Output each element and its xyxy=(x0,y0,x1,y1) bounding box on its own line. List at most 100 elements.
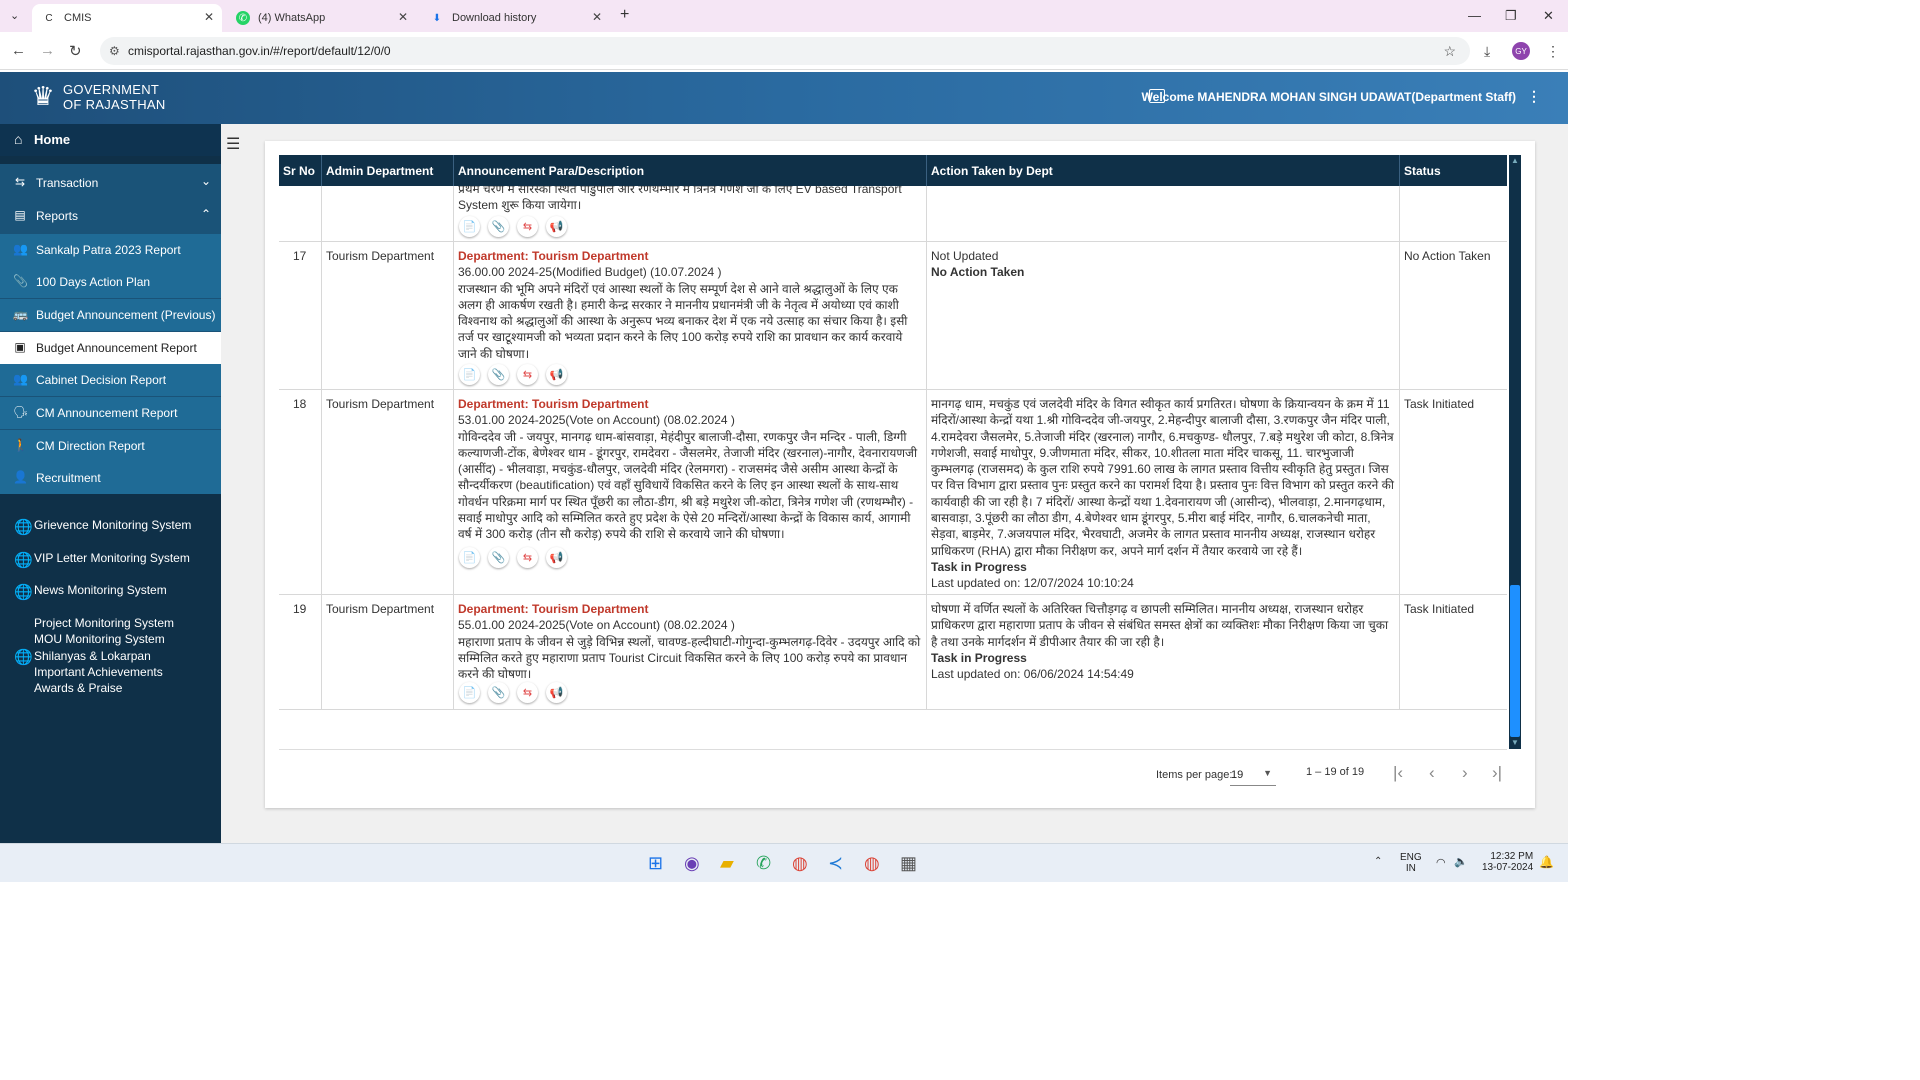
tab-cmis[interactable]: C CMIS ✕ xyxy=(32,4,222,32)
table-bottom-border xyxy=(279,749,1507,750)
sidebar-item-news[interactable]: 🌐 News Monitoring System xyxy=(0,583,221,601)
sidebar-item-transaction[interactable]: ⇆ Transaction ⌄ xyxy=(0,167,221,199)
sidebar-item-recruitment[interactable]: 👤 Recruitment xyxy=(0,462,221,494)
scroll-up-icon[interactable]: ▲ xyxy=(1511,156,1519,165)
last-page-icon[interactable]: ›| xyxy=(1492,763,1502,783)
attachment-icon[interactable]: 📎 xyxy=(488,364,509,385)
scroll-down-icon[interactable]: ▼ xyxy=(1511,738,1519,747)
restore-icon[interactable]: ❐ xyxy=(1505,8,1517,24)
action-status: Task in Progress xyxy=(931,559,1027,574)
sidebar-item-mou[interactable]: MOU Monitoring System xyxy=(34,632,165,646)
bookmark-star-icon[interactable]: ☆ xyxy=(1443,37,1456,65)
file-explorer-icon[interactable]: ▰ xyxy=(720,853,734,874)
announce-icon[interactable]: 📢 xyxy=(546,547,567,568)
scrollbar-thumb[interactable] xyxy=(1510,585,1520,737)
close-tab-icon[interactable]: ✕ xyxy=(398,10,408,24)
forward-icon[interactable]: → xyxy=(40,42,55,59)
sidebar-item-cm-announcement[interactable]: 🗣 CM Announcement Report xyxy=(0,397,221,429)
sidebar-item-label: CM Announcement Report xyxy=(36,406,178,420)
globe-icon: 🌐 xyxy=(14,552,33,569)
admin-cell: Tourism Department xyxy=(326,249,435,263)
wifi-icon[interactable]: ◠ xyxy=(1436,856,1446,869)
sidebar-item-100-days[interactable]: 📎 100 Days Action Plan xyxy=(0,266,221,298)
transfer-icon[interactable]: ⇆ xyxy=(517,364,538,385)
user-menu-icon[interactable]: ⋮ xyxy=(1527,88,1541,105)
announce-icon[interactable]: 📢 xyxy=(546,216,567,237)
document-icon[interactable]: 📄 xyxy=(459,364,480,385)
close-tab-icon[interactable]: ✕ xyxy=(592,10,602,24)
app-icon[interactable]: ▦ xyxy=(900,853,917,874)
chrome-icon[interactable]: ◍ xyxy=(792,853,808,874)
sidebar-item-grievance[interactable]: 🌐 Grievence Monitoring System xyxy=(0,518,221,536)
sidebar-item-budget-report[interactable]: ▣ Budget Announcement Report xyxy=(0,332,221,364)
sidebar-item-project[interactable]: Project Monitoring System xyxy=(34,616,174,630)
sidebar-item-sankalp[interactable]: 👥 Sankalp Patra 2023 Report xyxy=(0,234,221,266)
status-cell: Task Initiated xyxy=(1404,602,1475,616)
sidebar-item-cabinet[interactable]: 👥 Cabinet Decision Report xyxy=(0,364,221,396)
site-info-icon[interactable]: ⚙ xyxy=(109,37,120,65)
close-tab-icon[interactable]: ✕ xyxy=(204,10,214,24)
clock[interactable]: 12:32 PM 13-07-2024 xyxy=(1482,851,1533,873)
logo-line2: OF RAJASTHAN xyxy=(63,97,166,112)
sidebar-item-vip-letter[interactable]: 🌐 VIP Letter Monitoring System xyxy=(0,551,221,569)
row-actions: 📄 📎 ⇆ 📢 xyxy=(459,364,567,385)
downloads-icon[interactable]: ⤓ xyxy=(1484,43,1490,60)
person-search-icon: 👤 xyxy=(13,470,28,484)
first-page-icon[interactable]: |‹ xyxy=(1393,763,1403,783)
language-indicator[interactable]: ENG IN xyxy=(1400,852,1422,874)
taskbar: ⊞ ◉ ▰ ✆ ◍ ≺ ◍ ▦ ⌃ ENG IN ◠ 🔈 12:32 PM 13-0… xyxy=(0,843,1568,882)
sidebar-item-budget-previous[interactable]: 🚌 Budget Announcement (Previous) xyxy=(0,299,221,331)
new-tab-icon[interactable]: + xyxy=(620,6,629,24)
copilot-icon[interactable]: ◉ xyxy=(684,853,700,874)
transfer-icon[interactable]: ⇆ xyxy=(517,547,538,568)
reload-icon[interactable]: ↻ xyxy=(69,42,82,60)
hamburger-menu-icon[interactable]: ☰ xyxy=(226,134,240,154)
document-icon[interactable]: 📄 xyxy=(459,216,480,237)
items-per-page-select[interactable]: 19 ▼ xyxy=(1230,764,1276,786)
sidebar-item-home[interactable]: ⌂ Home xyxy=(0,124,221,156)
announcement-description: गोविन्ददेव जी - जयपुर, मानगढ़ धाम-बांसवा… xyxy=(458,429,918,542)
dept-label: Department: Tourism Department xyxy=(458,397,649,411)
notification-bell-icon[interactable]: 🔔 xyxy=(1539,855,1554,869)
sidebar-item-shilanyas[interactable]: Shilanyas & Lokarpan xyxy=(34,649,151,663)
next-page-icon[interactable]: › xyxy=(1462,763,1468,783)
document-icon[interactable]: 📄 xyxy=(459,547,480,568)
back-icon[interactable]: ← xyxy=(11,42,26,59)
windows-start-icon[interactable]: ⊞ xyxy=(648,853,663,874)
document-icon[interactable]: 📄 xyxy=(459,682,480,703)
sidebar-item-reports[interactable]: ▤ Reports ⌃ xyxy=(0,200,221,232)
transfer-icon[interactable]: ⇆ xyxy=(517,216,538,237)
sidebar-item-awards[interactable]: Awards & Praise xyxy=(34,681,122,695)
chrome-profile-icon[interactable]: ◍ xyxy=(864,853,880,874)
close-window-icon[interactable]: ✕ xyxy=(1543,8,1554,24)
reports-icon: ▤ xyxy=(14,208,26,222)
address-bar-row: ← → ↻ ⚙ cmisportal.rajasthan.gov.in/#/re… xyxy=(0,32,1568,70)
announce-icon[interactable]: 📢 xyxy=(546,682,567,703)
chevron-down-icon: ⌄ xyxy=(200,174,211,188)
volume-icon[interactable]: 🔈 xyxy=(1454,855,1468,868)
tab-search-icon[interactable]: ⌄ xyxy=(10,9,19,22)
url-field[interactable]: ⚙ cmisportal.rajasthan.gov.in/#/report/d… xyxy=(100,37,1470,65)
url-text: cmisportal.rajasthan.gov.in/#/report/def… xyxy=(128,44,391,58)
sidebar-item-cm-direction[interactable]: 🚶 CM Direction Report xyxy=(0,430,221,462)
tray-chevron-icon[interactable]: ⌃ xyxy=(1374,856,1382,867)
tab-whatsapp[interactable]: ✆ (4) WhatsApp ✕ xyxy=(226,4,416,32)
attachment-icon[interactable]: 📎 xyxy=(488,682,509,703)
action-cell: घोषणा में वर्णित स्थलों के अतिरिक्त चित्… xyxy=(931,601,1396,682)
download-favicon-icon: ⬇ xyxy=(432,12,442,24)
whatsapp-icon[interactable]: ✆ xyxy=(756,853,771,874)
browser-menu-icon[interactable]: ⋮ xyxy=(1546,43,1560,60)
attachment-icon[interactable]: 📎 xyxy=(488,547,509,568)
sidebar-item-achievements[interactable]: Important Achievements xyxy=(34,665,163,679)
dropdown-arrow-icon: ▼ xyxy=(1263,768,1272,778)
transfer-icon[interactable]: ⇆ xyxy=(517,682,538,703)
tab-download-history[interactable]: ⬇ Download history ✕ xyxy=(420,4,610,32)
minimize-icon[interactable]: — xyxy=(1468,8,1481,23)
profile-avatar[interactable]: GY xyxy=(1512,42,1530,60)
announce-icon[interactable]: 📢 xyxy=(546,364,567,385)
previous-page-icon[interactable]: ‹ xyxy=(1429,763,1435,783)
vscode-icon[interactable]: ≺ xyxy=(828,853,843,874)
status-cell: No Action Taken xyxy=(1404,249,1491,263)
table-row: 17 Tourism Department Department: Touris… xyxy=(279,242,1507,390)
attachment-icon[interactable]: 📎 xyxy=(488,216,509,237)
